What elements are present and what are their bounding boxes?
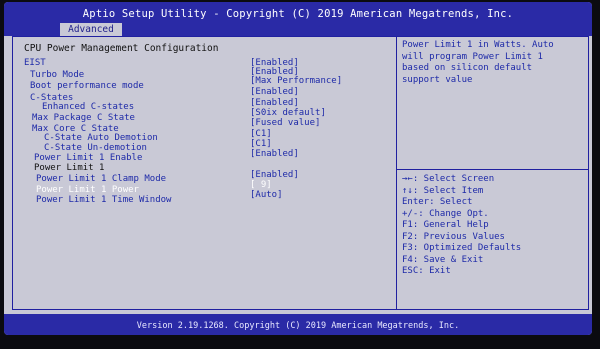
setting-value-boot-performance-mode[interactable]: [Max Performance] [250, 76, 342, 86]
setting-enhanced-c-states[interactable]: Enhanced C-states [42, 102, 134, 112]
setting-max-package-c-state[interactable]: Max Package C State [32, 113, 135, 123]
section-heading: CPU Power Management Configuration [24, 43, 219, 54]
setting-label: C-State Un-demotion [44, 143, 147, 153]
setting-power-limit-1: Power Limit 1 [34, 163, 104, 173]
key-legend: →←: Select Screen ↑↓: Select Item Enter:… [402, 174, 584, 278]
setting-value-power-limit-1-clamp-mode[interactable]: [Enabled] [250, 170, 299, 180]
key-optimized-defaults: F3: Optimized Defaults [402, 243, 522, 253]
bios-screen: Aptio Setup Utility - Copyright (C) 2019… [4, 2, 592, 335]
setting-label: Power Limit 1 Clamp Mode [36, 174, 167, 184]
setting-value-power-limit-1-power[interactable]: [ 9] [250, 180, 272, 190]
setting-value-c-states[interactable]: [Enabled] [250, 87, 299, 97]
setting-turbo-mode[interactable]: Turbo Mode [30, 70, 84, 80]
setting-value-max-package-c-state[interactable]: [S0ix default] [250, 108, 326, 118]
setting-value-enhanced-c-states[interactable]: [Enabled] [250, 98, 299, 108]
setting-power-limit-1-clamp-mode[interactable]: Power Limit 1 Clamp Mode [36, 174, 166, 184]
setting-label: Power Limit 1 Time Window [36, 195, 172, 205]
setting-label: Max Package C State [32, 113, 135, 123]
setting-power-limit-1-enable[interactable]: Power Limit 1 Enable [34, 153, 142, 163]
setting-label: Enhanced C-states [42, 102, 135, 112]
setting-label: Power Limit 1 Enable [34, 153, 143, 163]
setting-eist[interactable]: EIST [24, 58, 46, 68]
key-save-exit: F4: Save & Exit [402, 254, 484, 265]
setting-value-power-limit-1-enable[interactable]: [Enabled] [250, 149, 299, 159]
setting-value-c-state-auto-demotion[interactable]: [C1] [250, 129, 272, 139]
setting-label: Power Limit 1 [34, 163, 105, 173]
setting-power-limit-1-time-window[interactable]: Power Limit 1 Time Window [36, 195, 171, 205]
help-text: Power Limit 1 in Watts. Auto will progra… [402, 40, 554, 85]
setting-label: Power Limit 1 Power [36, 185, 139, 195]
key-select-screen: →←: Select Screen [402, 174, 495, 184]
key-exit: ESC: Exit [402, 266, 451, 276]
key-enter-select: Enter: Select [402, 197, 473, 207]
version-footer: Version 2.19.1268. Copyright (C) 2019 Am… [4, 314, 592, 335]
key-previous-values: F2: Previous Values [402, 231, 505, 242]
setting-boot-performance-mode[interactable]: Boot performance mode [30, 81, 144, 91]
setting-c-state-un-demotion[interactable]: C-State Un-demotion [44, 143, 147, 153]
setting-power-limit-1-power[interactable]: Power Limit 1 Power [36, 185, 139, 195]
help-divider [397, 169, 589, 170]
key-change-option: +/-: Change Opt. [402, 208, 489, 219]
window-title: Aptio Setup Utility - Copyright (C) 2019… [82, 8, 514, 20]
setting-label: C-State Auto Demotion [44, 133, 158, 143]
title-bar: Aptio Setup Utility - Copyright (C) 2019… [4, 2, 592, 36]
setting-c-state-auto-demotion[interactable]: C-State Auto Demotion [44, 133, 158, 143]
setting-label: Turbo Mode [30, 70, 85, 80]
tab-advanced[interactable]: Advanced [60, 23, 122, 36]
key-general-help: F1: General Help [402, 220, 489, 230]
setting-value-max-core-c-state[interactable]: [Fused value] [250, 118, 320, 128]
setting-label: EIST [24, 58, 46, 68]
setting-label: Boot performance mode [30, 81, 144, 91]
key-select-item: ↑↓: Select Item [402, 185, 484, 196]
setting-value-c-state-un-demotion[interactable]: [C1] [250, 139, 272, 149]
panel-divider [396, 36, 397, 310]
setting-value-power-limit-1-time-window[interactable]: [Auto] [250, 190, 283, 200]
